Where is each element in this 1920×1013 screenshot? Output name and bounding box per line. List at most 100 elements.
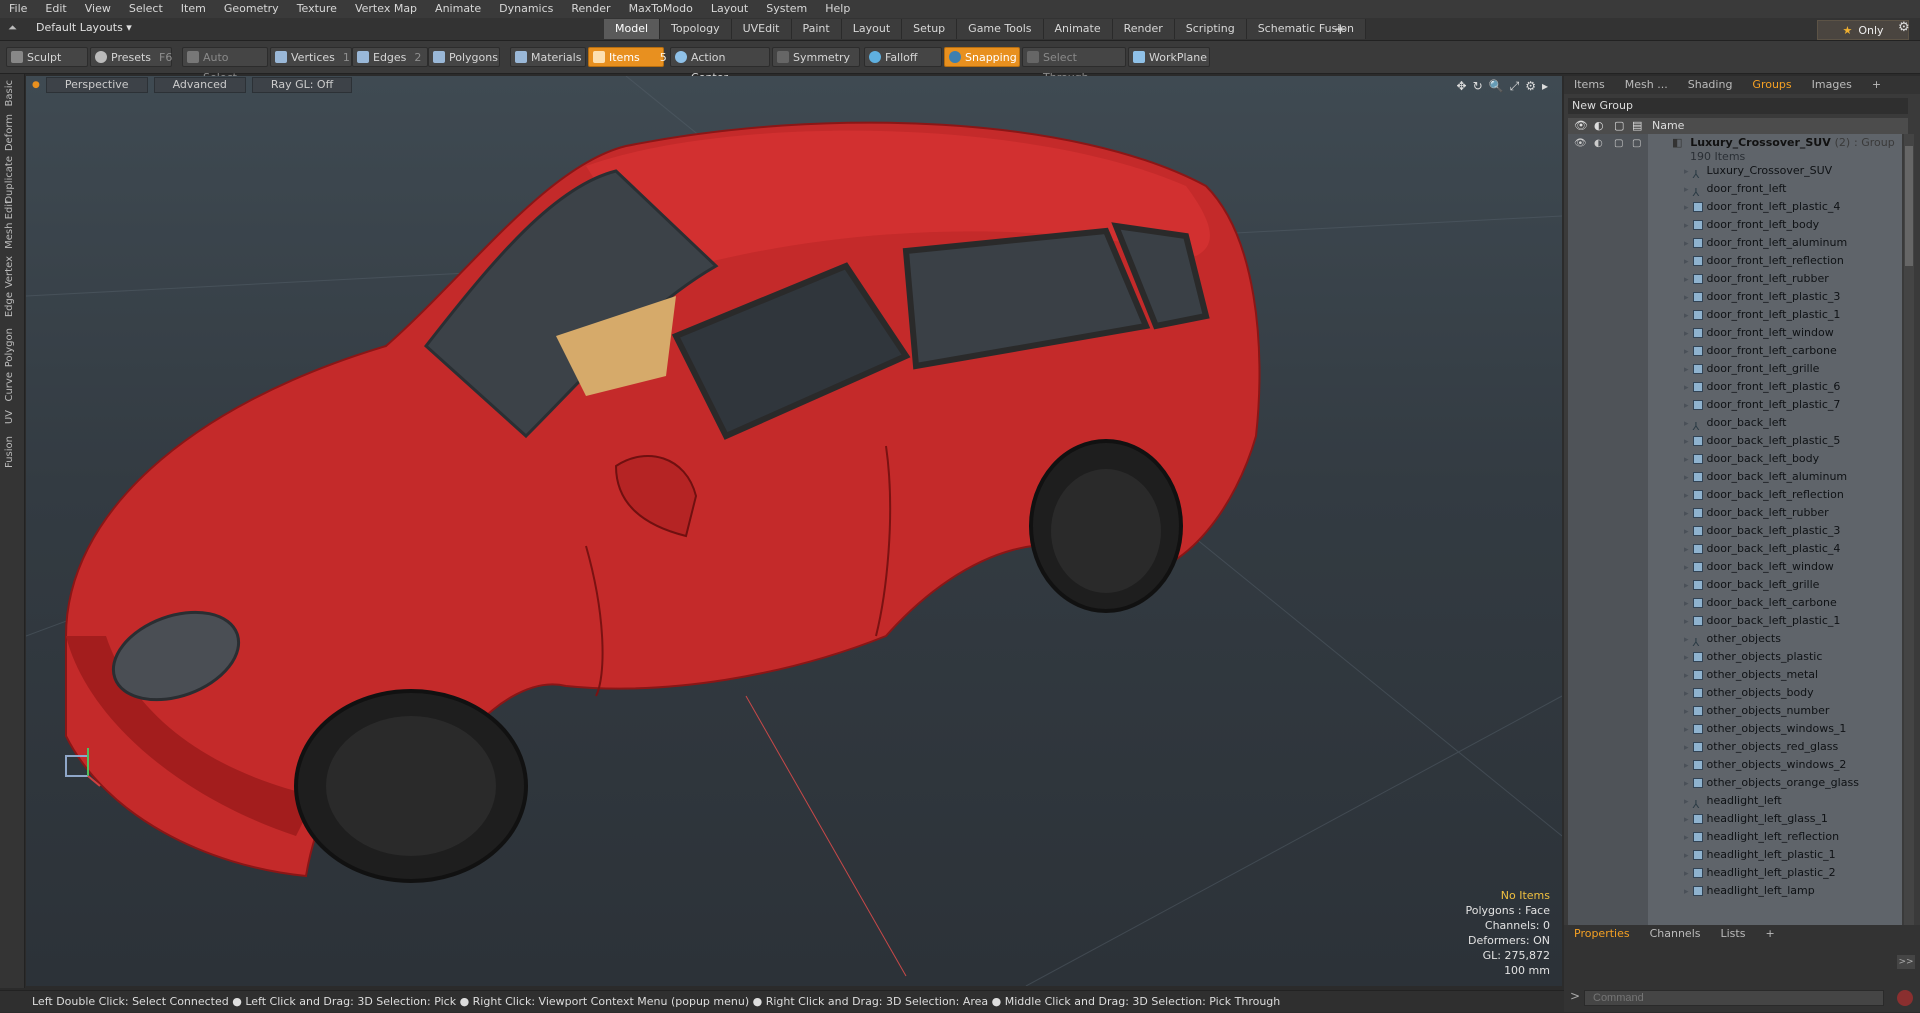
vertices-button[interactable]: Vertices 1: [270, 47, 352, 67]
list-item[interactable]: ▸ door_front_left_reflection: [1684, 252, 1844, 270]
list-item[interactable]: ▸ door_front_left_plastic_7: [1684, 396, 1840, 414]
list-item[interactable]: ▸ door_back_left_window: [1684, 558, 1834, 576]
list-item[interactable]: ▸ headlight_left_lamp: [1684, 882, 1815, 900]
left-tab-deform[interactable]: Deform: [4, 114, 20, 151]
list-item[interactable]: ▸ door_front_left_carbone: [1684, 342, 1837, 360]
list-item[interactable]: ▸ door_front_left_aluminum: [1684, 234, 1847, 252]
tab-schematic-fusion[interactable]: Schematic Fusion: [1246, 19, 1367, 39]
menu-system[interactable]: System: [757, 0, 816, 18]
expand-arrow-icon[interactable]: ▸: [1684, 689, 1689, 699]
expand-arrow-icon[interactable]: ▸: [1684, 509, 1689, 519]
expand-arrow-icon[interactable]: ▸: [1684, 761, 1689, 771]
expand-arrow-icon[interactable]: ▸: [1684, 545, 1689, 555]
properties-tab-channels[interactable]: Channels: [1640, 925, 1711, 943]
menu-item[interactable]: Item: [172, 0, 215, 18]
expand-arrow-icon[interactable]: ▸: [1684, 671, 1689, 681]
viewport-dot-icon[interactable]: ●: [32, 80, 40, 90]
sculpt-button[interactable]: Sculpt: [6, 47, 88, 67]
menu-file[interactable]: File: [0, 0, 36, 18]
tab-game-tools[interactable]: Game Tools: [957, 19, 1044, 39]
list-item[interactable]: ▸ other_objects_windows_2: [1684, 756, 1846, 774]
list-item[interactable]: ▸ ⅄ door_back_left: [1684, 414, 1786, 433]
workplane-button[interactable]: WorkPlane: [1128, 47, 1210, 67]
left-tab-uv[interactable]: UV: [4, 410, 20, 424]
panel-tab-items[interactable]: Items: [1564, 76, 1615, 94]
list-item[interactable]: ▸ other_objects_windows_1: [1684, 720, 1846, 738]
snapping-button[interactable]: Snapping: [944, 47, 1020, 67]
tab-layout[interactable]: Layout: [841, 19, 903, 39]
command-stop-icon[interactable]: [1897, 990, 1913, 1006]
visibility-column-icon[interactable]: 👁: [1574, 119, 1588, 132]
group-select-icon[interactable]: ▢: [1632, 138, 1641, 149]
items-button[interactable]: Items 5: [588, 47, 667, 67]
tab-setup[interactable]: Setup: [902, 19, 958, 39]
expand-arrow-icon[interactable]: ▸: [1684, 473, 1689, 483]
list-item[interactable]: ▸ other_objects_red_glass: [1684, 738, 1838, 756]
tab-render[interactable]: Render: [1112, 19, 1175, 39]
edges-button[interactable]: Edges 2: [352, 47, 428, 67]
tab-topology[interactable]: Topology: [660, 19, 732, 39]
tab-paint[interactable]: Paint: [791, 19, 842, 39]
tab-animate[interactable]: Animate: [1043, 19, 1113, 39]
expand-arrow-icon[interactable]: ▸: [1684, 455, 1689, 465]
add-tab-icon[interactable]: +: [1334, 19, 1347, 39]
perspective-button[interactable]: Perspective: [45, 77, 148, 93]
new-group-button[interactable]: New Group: [1568, 98, 1908, 114]
list-item[interactable]: ▸ ⅄ headlight_left: [1684, 792, 1782, 811]
expand-arrow-icon[interactable]: ▸: [1684, 797, 1689, 807]
left-tab-fusion[interactable]: Fusion: [4, 436, 20, 468]
raygl-button[interactable]: Ray GL: Off: [251, 77, 353, 93]
list-item[interactable]: ▸ door_front_left_plastic_6: [1684, 378, 1840, 396]
symmetry-button[interactable]: Symmetry: [772, 47, 860, 67]
list-item[interactable]: ▸ door_back_left_plastic_5: [1684, 432, 1840, 450]
lock-column-icon[interactable]: ▢: [1614, 119, 1624, 132]
expand-arrow-icon[interactable]: ▸: [1684, 815, 1689, 825]
left-tab-duplicate[interactable]: Duplicate: [4, 156, 20, 204]
list-item[interactable]: ▸ door_front_left_plastic_4: [1684, 198, 1840, 216]
list-item[interactable]: ▸ ⅄ Luxury_Crossover_SUV: [1684, 162, 1832, 181]
zoom-view-icon[interactable]: 🔍: [1489, 79, 1504, 94]
expand-arrow-icon[interactable]: ▸: [1684, 617, 1689, 627]
left-tab-vertex[interactable]: Vertex: [4, 256, 20, 288]
left-tab-curve[interactable]: Curve: [4, 372, 20, 402]
tab-scripting[interactable]: Scripting: [1174, 19, 1247, 39]
menu-select[interactable]: Select: [120, 0, 172, 18]
expand-arrow-icon[interactable]: ▸: [1684, 329, 1689, 339]
list-item[interactable]: ▸ door_front_left_body: [1684, 216, 1819, 234]
expand-button[interactable]: >>: [1897, 955, 1915, 969]
expand-arrow-icon[interactable]: ▸: [1684, 869, 1689, 879]
expand-arrow-icon[interactable]: ▸: [1684, 203, 1689, 213]
only-toggle[interactable]: ★ Only: [1817, 20, 1909, 40]
list-item[interactable]: ▸ ⅄ door_front_left: [1684, 180, 1786, 199]
maximize-view-icon[interactable]: ⤢: [1510, 79, 1520, 94]
menu-vertex-map[interactable]: Vertex Map: [346, 0, 426, 18]
list-item[interactable]: ▸ door_front_left_plastic_1: [1684, 306, 1840, 324]
layout-selector[interactable]: Default Layouts ▾: [36, 21, 132, 34]
list-item[interactable]: ▸ other_objects_metal: [1684, 666, 1818, 684]
tab-model[interactable]: Model: [604, 19, 661, 39]
expand-arrow-icon[interactable]: ▸: [1684, 257, 1689, 267]
list-item[interactable]: ▸ door_front_left_window: [1684, 324, 1834, 342]
list-item[interactable]: ▸ headlight_left_plastic_1: [1684, 846, 1836, 864]
properties-tab-add[interactable]: +: [1755, 925, 1784, 943]
scene-render[interactable]: [26, 76, 1562, 986]
materials-button[interactable]: Materials: [510, 47, 586, 67]
list-item[interactable]: ▸ door_back_left_rubber: [1684, 504, 1829, 522]
list-item[interactable]: ▸ other_objects_body: [1684, 684, 1814, 702]
list-item[interactable]: ▸ other_objects_plastic: [1684, 648, 1822, 666]
menu-render[interactable]: Render: [562, 0, 619, 18]
expand-arrow-icon[interactable]: ▸: [1684, 383, 1689, 393]
group-visibility-icon[interactable]: 👁: [1574, 138, 1587, 149]
expand-arrow-icon[interactable]: ▸: [1684, 599, 1689, 609]
list-item[interactable]: ▸ headlight_left_plastic_2: [1684, 864, 1836, 882]
menu-help[interactable]: Help: [816, 0, 859, 18]
expand-arrow-icon[interactable]: ▸: [1684, 581, 1689, 591]
list-item[interactable]: ▸ headlight_left_reflection: [1684, 828, 1839, 846]
list-item[interactable]: ▸ door_front_left_plastic_3: [1684, 288, 1840, 306]
left-tab-polygon[interactable]: Polygon: [4, 328, 20, 367]
polygons-button[interactable]: Polygons: [428, 47, 500, 67]
expand-arrow-icon[interactable]: ▸: [1684, 275, 1689, 285]
select-through-button[interactable]: Select Through: [1022, 47, 1126, 84]
tab-uvedit[interactable]: UVEdit: [731, 19, 792, 39]
expand-arrow-icon[interactable]: ▸: [1684, 725, 1689, 735]
